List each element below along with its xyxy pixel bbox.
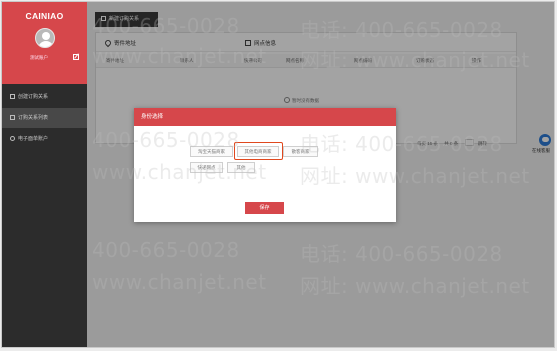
avatar-body-shape bbox=[38, 41, 54, 47]
brand-logo: CAINIAO bbox=[25, 11, 64, 21]
username: 测试账户 bbox=[30, 55, 48, 60]
option-individual-merchant[interactable]: 散客商家 bbox=[283, 146, 318, 157]
edit-profile-icon[interactable] bbox=[73, 54, 79, 60]
sidebar-item-waybill-account[interactable]: 电子面单账户 bbox=[2, 129, 87, 149]
brand-panel: CAINIAO 测试账户 bbox=[2, 2, 87, 84]
sidebar-item-label: 订购关系列表 bbox=[18, 115, 49, 121]
sidebar-item-create-subscription[interactable]: 创建订购关系 bbox=[2, 87, 87, 107]
user-icon bbox=[10, 135, 15, 141]
avatar[interactable] bbox=[35, 28, 55, 48]
list-icon bbox=[10, 114, 15, 120]
sidebar-item-label: 电子面单账户 bbox=[18, 136, 49, 142]
create-icon bbox=[10, 93, 15, 99]
sidebar-item-label: 创建订购关系 bbox=[18, 94, 49, 100]
selected-option-highlight bbox=[234, 142, 283, 160]
dialog-title: 身份选择 bbox=[134, 108, 396, 126]
save-button[interactable]: 保存 bbox=[245, 202, 284, 214]
sidebar: CAINIAO 测试账户 创建订购关系 订购关系列表 电子面单账户 bbox=[2, 2, 87, 347]
option-other[interactable]: 其他 bbox=[227, 162, 255, 173]
identity-select-dialog: 身份选择 淘宝天猫商家 其他电商商家 散客商家 快递网点 其他 保存 bbox=[134, 108, 396, 222]
avatar-head-shape bbox=[42, 32, 50, 40]
option-taobao-tmall-merchant[interactable]: 淘宝天猫商家 bbox=[190, 146, 233, 157]
sidebar-item-subscription-list[interactable]: 订购关系列表 bbox=[2, 108, 87, 128]
option-courier-branch[interactable]: 快递网点 bbox=[190, 162, 223, 173]
